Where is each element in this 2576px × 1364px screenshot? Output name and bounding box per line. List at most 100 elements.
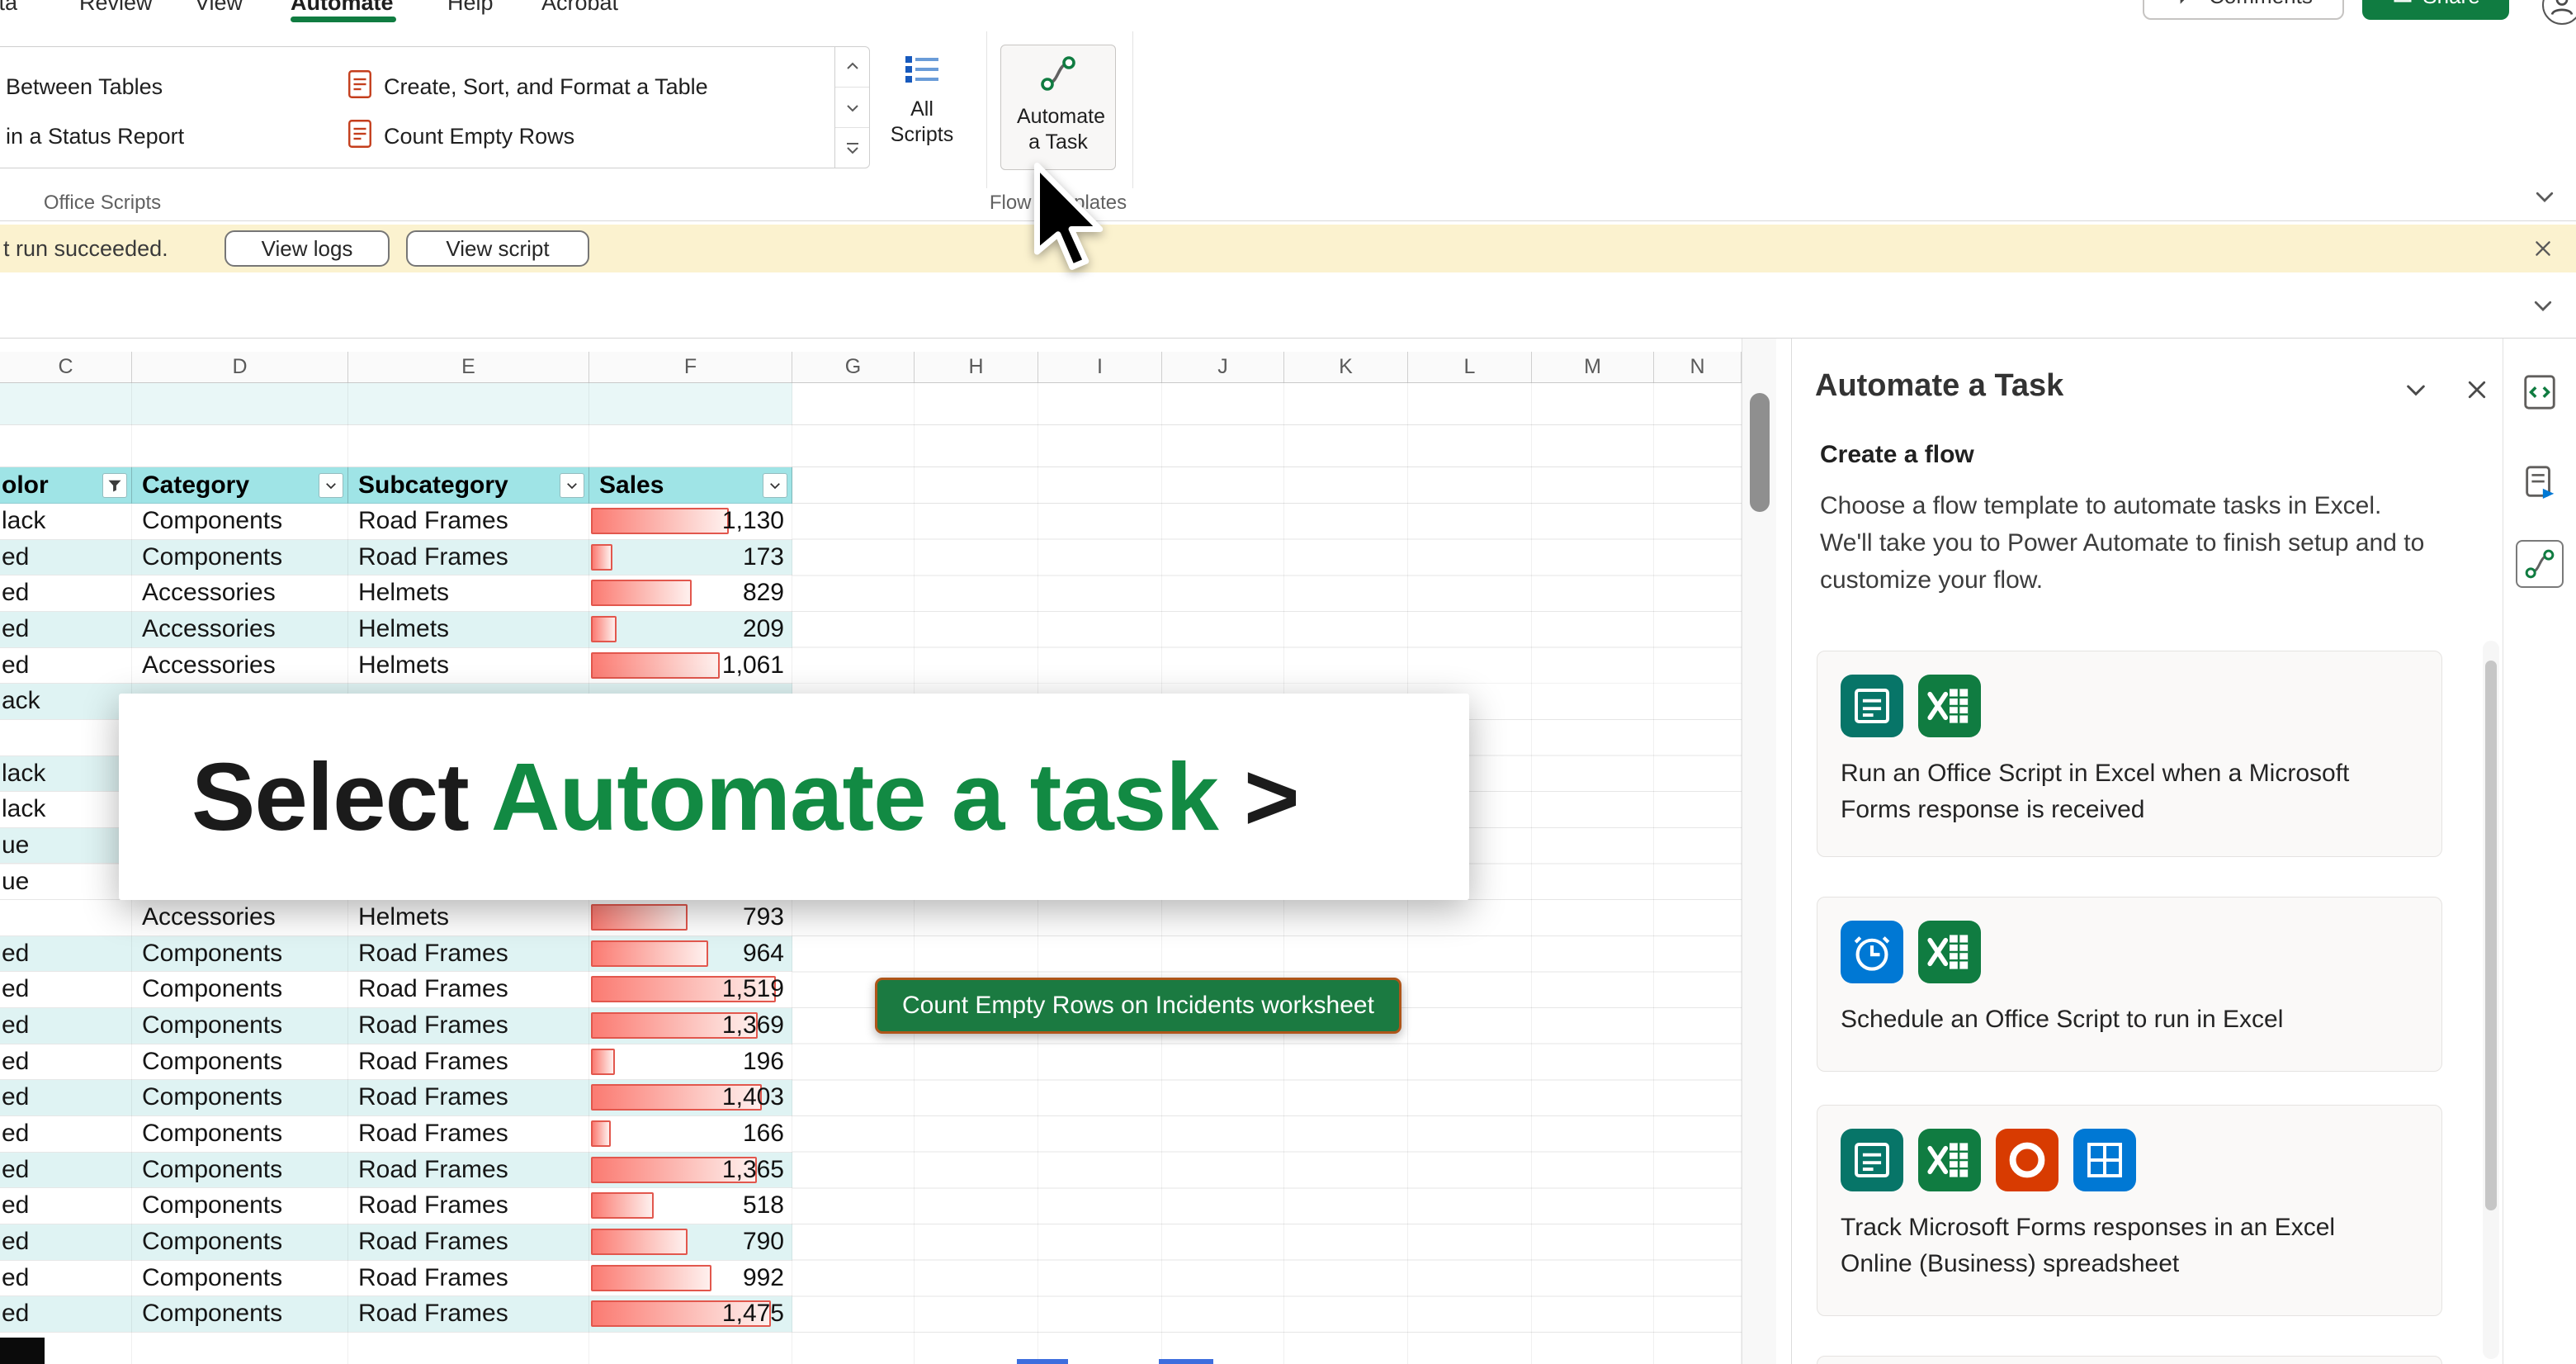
cell-sales[interactable]: 209 — [589, 612, 792, 647]
cell-color[interactable]: ed — [2, 1153, 125, 1188]
cell-sales[interactable]: 518 — [589, 1188, 792, 1224]
column-header-M[interactable]: M — [1532, 352, 1654, 382]
cell-subcategory[interactable]: Road Frames — [358, 972, 581, 1007]
column-header-F[interactable]: F — [589, 352, 792, 382]
cell-subcategory[interactable]: Road Frames — [358, 1080, 581, 1115]
cell-sales[interactable]: 790 — [589, 1224, 792, 1260]
view-script-button[interactable]: View script — [406, 230, 589, 267]
pane-scrollbar[interactable] — [2483, 641, 2499, 1359]
flow-template-card-schedule-script[interactable]: Schedule an Office Script to run in Exce… — [1817, 897, 2442, 1072]
cell-color[interactable]: lack — [2, 504, 125, 539]
automate-pane-icon[interactable] — [2516, 540, 2564, 588]
table-row[interactable]: edComponentsRoad Frames1,475 — [0, 1296, 792, 1333]
cell-subcategory[interactable]: Road Frames — [358, 1044, 581, 1080]
table-row[interactable]: ed Accessories Helmets209 — [0, 612, 792, 648]
column-header-E[interactable]: E — [348, 352, 589, 382]
cell-category[interactable]: Components — [142, 1224, 340, 1260]
gallery-item[interactable]: Create, Sort, and Format a Table — [347, 67, 708, 107]
cell-color[interactable]: ed — [2, 1296, 125, 1332]
cell-color[interactable]: ed — [2, 612, 125, 647]
table-row[interactable]: edComponentsRoad Frames1,519 — [0, 972, 792, 1008]
code-editor-pane-icon[interactable] — [2516, 368, 2564, 416]
notification-close-icon[interactable] — [2530, 235, 2556, 262]
cell-sales[interactable]: 964 — [589, 936, 792, 972]
cell-color[interactable]: ed — [2, 575, 125, 611]
gallery-item[interactable]: Count Empty Rows — [347, 116, 574, 156]
cell-sales[interactable]: 1,475 — [589, 1296, 792, 1332]
cell-subcategory[interactable]: Helmets — [358, 900, 581, 935]
cell-subcategory[interactable]: Road Frames — [358, 936, 581, 972]
table-row[interactable]: lackComponentsRoad Frames1,130 — [0, 504, 792, 540]
expand-formula-chevron-icon[interactable] — [2528, 291, 2558, 320]
cell-color[interactable]: ed — [2, 1188, 125, 1224]
cell-color[interactable]: ed — [2, 972, 125, 1007]
cell-category[interactable]: Components — [142, 1188, 340, 1224]
menu-tab-review[interactable]: Review — [79, 0, 153, 21]
cell-color[interactable]: ue — [2, 828, 125, 864]
all-scripts-button[interactable]: All Scripts — [877, 46, 967, 170]
cell-subcategory[interactable]: Road Frames — [358, 1153, 581, 1188]
table-row[interactable]: edComponentsRoad Frames173 — [0, 540, 792, 576]
table-row[interactable]: edAccessoriesHelmets829 — [0, 575, 792, 612]
cell-color[interactable]: ed — [2, 648, 125, 684]
cell-category[interactable]: Components — [142, 936, 340, 972]
cell-category[interactable]: Components — [142, 1080, 340, 1115]
cell-category[interactable]: Accessories — [142, 648, 340, 684]
cell-subcategory[interactable]: Helmets — [358, 612, 581, 647]
cell-subcategory[interactable]: Road Frames — [358, 1008, 581, 1044]
table-row[interactable]: edComponentsRoad Frames1,369 — [0, 1008, 792, 1044]
cell-color[interactable]: ue — [2, 864, 125, 900]
cell-sales[interactable]: 196 — [589, 1044, 792, 1080]
cell-sales[interactable]: 1,519 — [589, 972, 792, 1007]
table-header-color[interactable]: olor — [0, 467, 132, 504]
cell-category[interactable]: Components — [142, 504, 340, 539]
cell-color[interactable]: ed — [2, 1044, 125, 1080]
column-header-J[interactable]: J — [1162, 352, 1284, 382]
cell-color[interactable]: ed — [2, 1008, 125, 1044]
table-row[interactable]: ed Components Road Frames964 — [0, 936, 792, 973]
cell-subcategory[interactable]: Road Frames — [358, 1224, 581, 1260]
cell-color[interactable]: ack — [2, 684, 125, 719]
cell-color[interactable]: ed — [2, 1261, 125, 1296]
collapse-ribbon-chevron-icon[interactable] — [2528, 182, 2561, 211]
menu-tab-view[interactable]: View — [195, 0, 243, 21]
account-avatar[interactable] — [2542, 0, 2576, 25]
table-row[interactable]: edComponentsRoad Frames790 — [0, 1224, 792, 1261]
cell-color[interactable]: ed — [2, 1116, 125, 1152]
cell-sales[interactable]: 1,061 — [589, 648, 792, 684]
pane-collapse-chevron-icon[interactable] — [2399, 373, 2432, 406]
cell-sales[interactable]: 173 — [589, 540, 792, 575]
table-row[interactable]: edComponentsRoad Frames166 — [0, 1116, 792, 1153]
table-header-category[interactable]: Category — [132, 467, 348, 504]
gallery-item[interactable]: Between Tables — [6, 67, 163, 107]
cell-category[interactable]: Accessories — [142, 612, 340, 647]
gallery-item[interactable]: in a Status Report — [6, 116, 184, 156]
column-header-I[interactable]: I — [1038, 352, 1162, 382]
cell-color[interactable]: ed — [2, 936, 125, 972]
cell-sales[interactable]: 1,365 — [589, 1153, 792, 1188]
cell-color[interactable] — [2, 900, 125, 935]
column-header-G[interactable]: G — [792, 352, 915, 382]
filter-dropdown-icon[interactable] — [763, 473, 787, 498]
cell-color[interactable]: lack — [2, 756, 125, 792]
column-header-L[interactable]: L — [1408, 352, 1532, 382]
cell-subcategory[interactable]: Road Frames — [358, 1296, 581, 1332]
cell-subcategory[interactable]: Helmets — [358, 648, 581, 684]
cell-subcategory[interactable]: Helmets — [358, 575, 581, 611]
automate-a-task-button[interactable]: Automate a Task — [1000, 45, 1116, 170]
column-header-C[interactable]: C — [0, 352, 132, 382]
cell-subcategory[interactable]: Road Frames — [358, 504, 581, 539]
cell-category[interactable]: Components — [142, 1044, 340, 1080]
table-row[interactable]: AccessoriesHelmets793 — [0, 900, 792, 936]
script-pane-icon[interactable] — [2516, 459, 2564, 507]
cell-category[interactable]: Accessories — [142, 900, 340, 935]
cell-sales[interactable]: 1,369 — [589, 1008, 792, 1044]
menu-tab-data[interactable]: Data — [0, 0, 17, 21]
column-header-N[interactable]: N — [1654, 352, 1742, 382]
menu-tab-acrobat[interactable]: Acrobat — [541, 0, 618, 21]
cell-subcategory[interactable]: Road Frames — [358, 1116, 581, 1152]
cell-category[interactable]: Components — [142, 1116, 340, 1152]
flow-template-card-partial[interactable] — [1817, 1356, 2442, 1364]
view-logs-button[interactable]: View logs — [225, 230, 390, 267]
scrollbar-thumb[interactable] — [1750, 393, 1770, 512]
